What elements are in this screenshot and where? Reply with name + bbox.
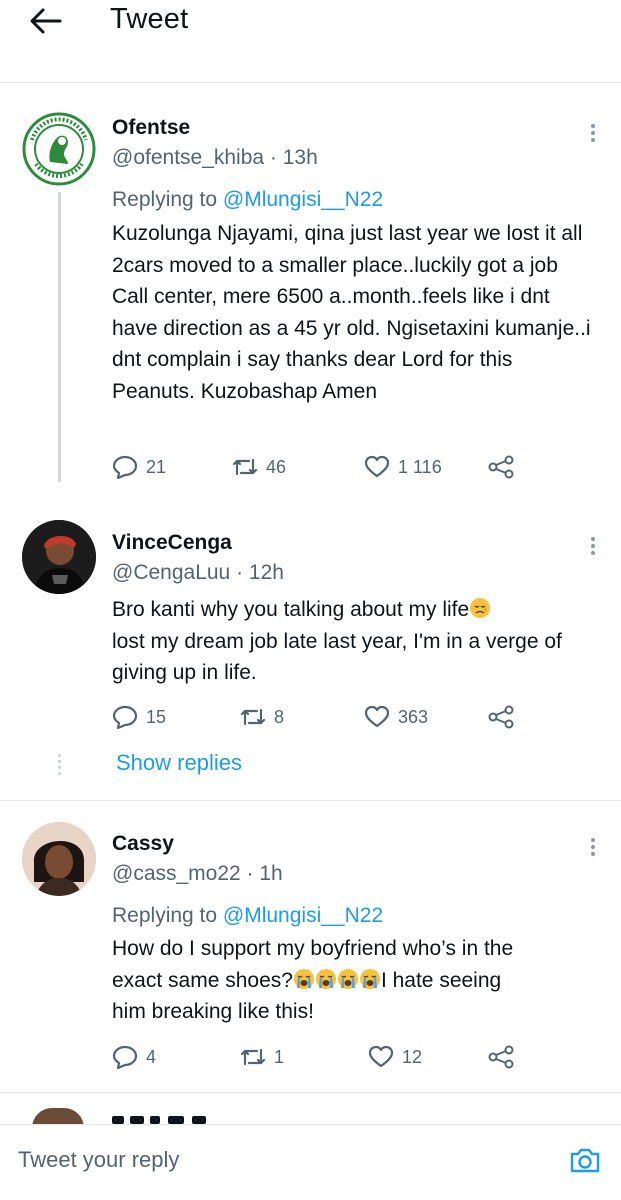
club-crest-icon bbox=[22, 112, 96, 186]
like-button[interactable]: 363 bbox=[364, 703, 428, 731]
tweet-actions: 21 46 1 116 bbox=[112, 453, 532, 481]
avatar[interactable] bbox=[22, 520, 96, 594]
tweet-text-line: lost my dream job late last year, I'm in… bbox=[112, 629, 562, 685]
partial-display-name bbox=[112, 1114, 232, 1124]
reply-input[interactable]: Tweet your reply bbox=[18, 1147, 179, 1173]
more-options-icon[interactable] bbox=[586, 122, 600, 144]
display-name[interactable]: VinceCenga bbox=[112, 531, 232, 555]
mention-link[interactable]: @Mlungisi__N22 bbox=[223, 904, 383, 927]
heart-icon bbox=[368, 1045, 394, 1068]
tweet-actions: 4 1 12 bbox=[112, 1043, 532, 1071]
loudly-crying-face-icon bbox=[293, 968, 314, 989]
retweet-count: 46 bbox=[266, 456, 287, 477]
share-icon bbox=[488, 1045, 514, 1069]
reply-composer[interactable]: Tweet your reply bbox=[0, 1124, 621, 1200]
display-name[interactable]: Cassy bbox=[112, 832, 174, 856]
replying-prefix: Replying to bbox=[112, 904, 218, 927]
like-button[interactable]: 1 116 bbox=[364, 453, 442, 481]
tweet-text-line: How do I support my boyfriend who’s in t… bbox=[112, 937, 514, 960]
tweet-text-line: Bro kanti why you talking about my life bbox=[112, 598, 470, 621]
tweet-divider bbox=[0, 800, 621, 801]
camera-icon[interactable] bbox=[568, 1143, 602, 1177]
reply-count: 21 bbox=[146, 456, 167, 477]
handle-timestamp[interactable]: @CengaLuu · 12h bbox=[112, 561, 284, 585]
share-icon bbox=[488, 455, 514, 479]
retweet-count: 8 bbox=[274, 706, 285, 727]
show-replies-link[interactable]: Show replies bbox=[116, 750, 242, 776]
profile-photo-icon bbox=[22, 520, 96, 594]
replying-prefix: Replying to bbox=[112, 188, 218, 211]
tweet-text-line: exact same shoes? bbox=[112, 968, 293, 992]
reply-button[interactable]: 4 bbox=[112, 1043, 156, 1071]
more-options-icon[interactable] bbox=[586, 535, 600, 557]
thread-dots bbox=[58, 754, 62, 778]
loudly-crying-face-icon bbox=[359, 968, 380, 989]
tweet-text: Kuzolunga Njayami, qina just last year w… bbox=[112, 222, 591, 403]
loudly-crying-face-icon bbox=[337, 968, 358, 989]
reply-button[interactable]: 21 bbox=[112, 453, 166, 481]
retweet-count: 1 bbox=[274, 1046, 285, 1067]
like-button[interactable]: 12 bbox=[368, 1043, 422, 1071]
tweet-text: Bro kanti why you talking about my life … bbox=[112, 594, 592, 689]
handle-timestamp[interactable]: @cass_mo22 · 1h bbox=[112, 862, 283, 886]
reply-tweet[interactable]: VinceCenga @CengaLuu · 12h Bro kanti why… bbox=[0, 505, 621, 790]
tweet-text: How do I support my boyfriend who’s in t… bbox=[112, 933, 592, 1028]
tweet-actions: 15 8 363 bbox=[112, 703, 532, 731]
heart-icon bbox=[364, 705, 390, 728]
reply-button[interactable]: 15 bbox=[112, 703, 166, 731]
reply-count: 15 bbox=[146, 706, 167, 727]
reply-count: 4 bbox=[146, 1046, 157, 1067]
tweet-text-line: him breaking like this! bbox=[112, 1000, 314, 1023]
share-button[interactable] bbox=[487, 1043, 515, 1071]
top-bar: Tweet bbox=[0, 0, 621, 60]
retweet-button[interactable]: 1 bbox=[240, 1043, 284, 1071]
share-button[interactable] bbox=[487, 703, 515, 731]
reply-tweet[interactable]: Ofentse @ofentse_khiba · 13h Replying to… bbox=[0, 100, 621, 490]
replying-to: Replying to @Mlungisi__N22 bbox=[112, 904, 383, 928]
tweet-divider bbox=[0, 1092, 621, 1093]
handle-timestamp[interactable]: @ofentse_khiba · 13h bbox=[112, 146, 318, 170]
back-arrow-icon[interactable] bbox=[28, 6, 62, 36]
display-name[interactable]: Ofentse bbox=[112, 116, 190, 140]
like-count: 363 bbox=[398, 706, 429, 727]
reply-tweet[interactable]: Cassy @cass_mo22 · 1h Replying to @Mlung… bbox=[0, 810, 621, 1080]
share-button[interactable] bbox=[487, 453, 515, 481]
replying-to: Replying to @Mlungisi__N22 bbox=[112, 188, 383, 212]
loudly-crying-face-icon bbox=[315, 968, 336, 989]
avatar[interactable] bbox=[22, 822, 96, 896]
reply-icon bbox=[112, 455, 138, 479]
retweet-button[interactable]: 46 bbox=[232, 453, 286, 481]
reply-icon bbox=[112, 705, 138, 729]
like-count: 1 116 bbox=[398, 456, 442, 477]
tweet-text-line: I hate seeing bbox=[380, 968, 502, 992]
mention-link[interactable]: @Mlungisi__N22 bbox=[223, 188, 383, 211]
thread-line bbox=[58, 192, 61, 482]
retweet-button[interactable]: 8 bbox=[240, 703, 284, 731]
retweet-icon bbox=[232, 458, 258, 476]
avatar[interactable] bbox=[22, 112, 96, 186]
page-title: Tweet bbox=[110, 3, 189, 35]
retweet-icon bbox=[240, 708, 266, 726]
header-divider bbox=[0, 82, 621, 83]
disappointed-relieved-face-icon bbox=[470, 598, 491, 618]
retweet-icon bbox=[240, 1048, 266, 1066]
reply-icon bbox=[112, 1045, 138, 1069]
share-icon bbox=[488, 705, 514, 729]
more-options-icon[interactable] bbox=[586, 836, 600, 858]
profile-photo-icon bbox=[22, 822, 96, 896]
like-count: 12 bbox=[402, 1046, 423, 1067]
heart-icon bbox=[364, 455, 390, 478]
